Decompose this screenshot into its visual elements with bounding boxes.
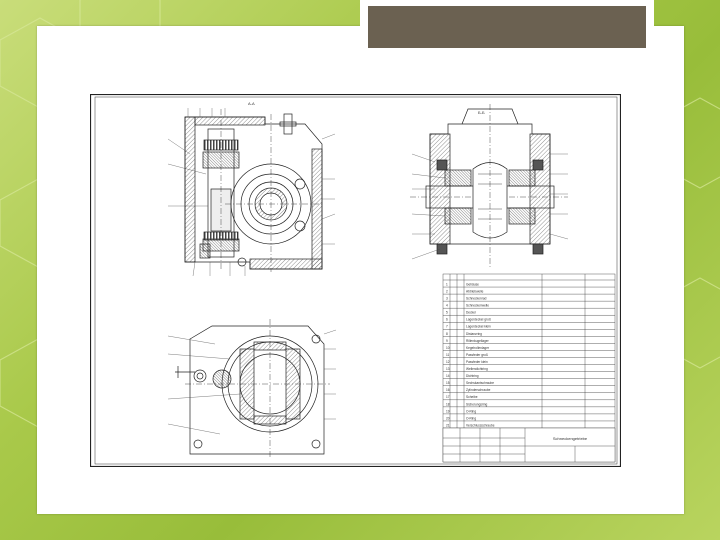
parts-list-pos: 11	[446, 353, 450, 357]
parts-list-name: O-Ring	[466, 409, 476, 413]
title-block-name: Schneckengetriebe	[553, 436, 588, 441]
parts-list-pos: 8	[446, 332, 448, 336]
parts-list-pos: 18	[446, 402, 450, 406]
parts-list-pos: 16	[446, 388, 450, 392]
parts-list-name: Sicherungsring	[466, 402, 487, 406]
parts-list-pos: 2	[446, 289, 448, 293]
parts-list-name: Deckel	[466, 311, 476, 315]
parts-list-pos: 1	[446, 282, 448, 286]
parts-list-pos: 14	[446, 374, 450, 378]
parts-list-pos: 6	[446, 318, 448, 322]
parts-list-pos: 17	[446, 395, 450, 399]
view-aa-label: A-A	[248, 101, 255, 106]
title-bar	[368, 6, 646, 48]
parts-list-name: Passfeder groß	[466, 353, 488, 357]
parts-list-pos: 10	[446, 346, 450, 350]
parts-list-pos: 12	[446, 360, 450, 364]
parts-list-name: Zylinderschraube	[466, 388, 491, 392]
parts-list-name: O-Ring	[466, 416, 476, 420]
parts-list-name: Schneckenwelle	[466, 304, 489, 308]
view-bb-label: Б-Б	[478, 110, 485, 115]
parts-list-name: Kegelrollenlager	[466, 346, 490, 350]
parts-list-table: 1 Gehäuse 2 Abtriebwelle 3 Schneckenrad 4 Schne…	[442, 273, 616, 463]
parts-list-name: Gehäuse	[466, 282, 479, 286]
parts-list-name: Dichtring	[466, 374, 479, 378]
technical-drawing: A-A Б-Б 1 Gehäuse2 Abtriebwelle3 Schneck…	[90, 94, 621, 467]
parts-list-name: Wellendichtring	[466, 367, 488, 371]
parts-list-name: Lagerdeckel klein	[466, 325, 491, 329]
parts-list-pos: 9	[446, 339, 448, 343]
parts-list-pos: 13	[446, 367, 450, 371]
parts-list-pos: 19	[446, 409, 450, 413]
parts-list-name: Schneckenrad	[466, 297, 487, 301]
parts-list-pos: 4	[446, 304, 448, 308]
parts-list-pos: 21	[446, 423, 450, 427]
parts-list-name: Verschlussschraube	[466, 423, 495, 427]
parts-list-pos: 15	[446, 381, 450, 385]
parts-list-name: Passfeder klein	[466, 360, 488, 364]
parts-list-pos: 3	[446, 297, 448, 301]
parts-list-pos: 7	[446, 325, 448, 329]
parts-list-name: Rillenkugellager	[466, 339, 490, 343]
parts-list-pos: 20	[446, 416, 450, 420]
parts-list-name: Lagerdeckel groß	[466, 318, 491, 322]
parts-list-name: Scheibe	[466, 395, 478, 399]
parts-list-name: Sechskantschraube	[466, 381, 494, 385]
parts-list-name: Distanzring	[466, 332, 482, 336]
parts-list-name: Abtriebwelle	[466, 289, 484, 293]
parts-list-pos: 5	[446, 311, 448, 315]
